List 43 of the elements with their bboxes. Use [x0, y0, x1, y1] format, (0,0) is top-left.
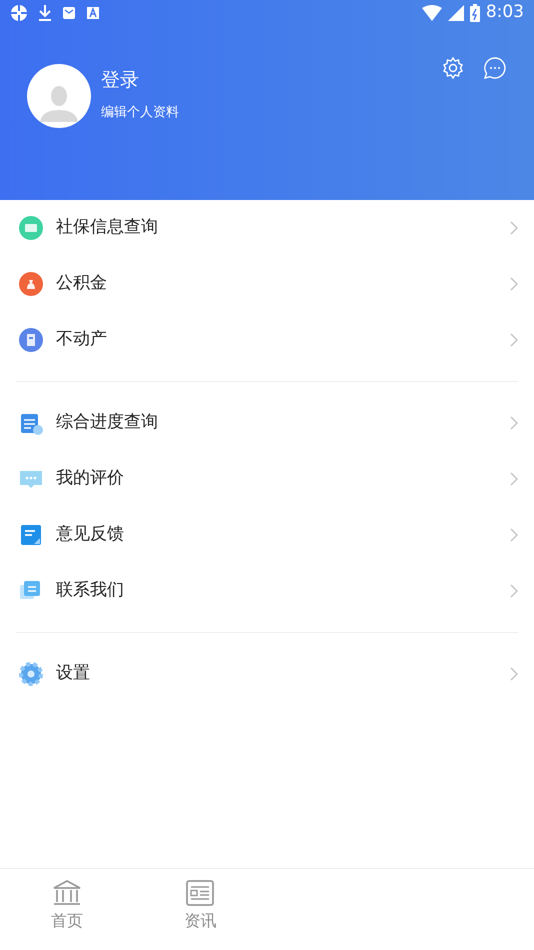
- money-bag-icon: [18, 271, 44, 297]
- chevron-right-icon: [510, 333, 518, 347]
- status-time: 8:03: [486, 1, 524, 24]
- login-link[interactable]: 登录: [101, 66, 179, 94]
- font-icon: [86, 6, 100, 20]
- menu-label: 不动产: [56, 328, 107, 352]
- menu-label: 意见反馈: [56, 523, 124, 546]
- edit-profile-link[interactable]: 编辑个人资料: [101, 102, 179, 122]
- chevron-right-icon: [510, 528, 518, 542]
- chevron-right-icon: [510, 472, 518, 486]
- building-icon: [18, 327, 44, 353]
- message-icon[interactable]: [483, 56, 507, 80]
- chevron-right-icon: [510, 277, 518, 291]
- menu-label: 联系我们: [56, 579, 124, 602]
- menu-label: 公积金: [56, 272, 107, 296]
- card-icon: [18, 215, 44, 241]
- note-icon: [18, 522, 44, 548]
- menu-item[interactable]: 联系我们: [16, 563, 518, 619]
- bank-icon: [52, 879, 82, 907]
- menu-label: 我的评价: [56, 467, 124, 490]
- chevron-right-icon: [510, 667, 518, 681]
- menu-item[interactable]: 不动产: [16, 312, 518, 368]
- battery-icon: [470, 4, 480, 22]
- download-icon: [38, 4, 52, 22]
- menu-label: 设置: [56, 662, 90, 686]
- mail-icon: [62, 6, 76, 20]
- gear-icon: [18, 661, 44, 687]
- menu-item[interactable]: 意见反馈: [16, 507, 518, 563]
- chevron-right-icon: [510, 221, 518, 235]
- chevron-right-icon: [510, 416, 518, 430]
- chevron-right-icon: [510, 584, 518, 598]
- wifi-icon: [422, 5, 442, 21]
- newspaper-icon: [185, 879, 216, 907]
- menu-item[interactable]: 综合进度查询: [16, 395, 518, 451]
- menu-item[interactable]: 我的评价: [16, 451, 518, 507]
- menu-item[interactable]: 社保信息查询: [16, 200, 518, 256]
- menu-label: 综合进度查询: [56, 411, 158, 434]
- signal-icon: [448, 5, 464, 21]
- menu-item[interactable]: 设置: [16, 646, 518, 702]
- settings-icon[interactable]: [441, 56, 465, 80]
- aperture-icon: [10, 4, 28, 22]
- menu-item[interactable]: 公积金: [16, 256, 518, 312]
- menu-label: 社保信息查询: [56, 216, 158, 240]
